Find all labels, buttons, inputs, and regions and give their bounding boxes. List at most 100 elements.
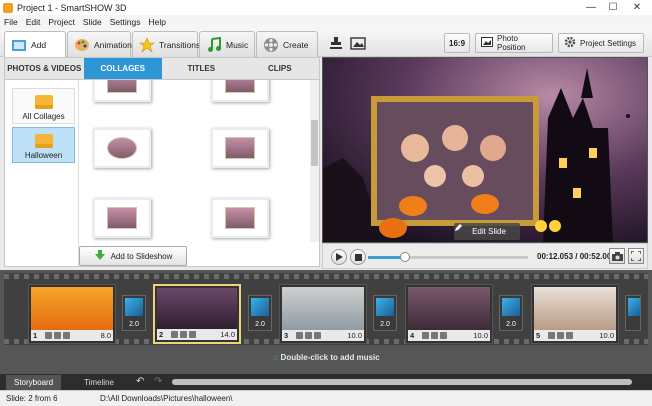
subtab-clips[interactable]: CLIPS	[241, 58, 320, 79]
tab-animation-label: Animation	[94, 39, 132, 50]
timeline-scrollbar[interactable]	[172, 379, 632, 385]
slide-info-bar: 1 8.0	[31, 330, 113, 341]
transition-thumbnail[interactable]: 2.0	[499, 295, 523, 331]
category-halloween[interactable]: Halloween	[12, 127, 75, 163]
subtab-titles[interactable]: TITLES	[162, 58, 241, 79]
menu-help[interactable]: Help	[144, 17, 169, 27]
playback-controls: 00:12.053 / 00:52.000	[322, 243, 648, 269]
menu-settings[interactable]: Settings	[106, 17, 145, 27]
tab-add[interactable]: Add	[4, 31, 66, 57]
film-strip: 1 8.0 2.0 2 14.0 2.0 3 10.0 2.0 4 10.0 2.0 5…	[4, 273, 648, 345]
tab-animation[interactable]: Animation	[67, 31, 132, 57]
stop-button[interactable]	[350, 249, 366, 265]
snapshot-button[interactable]	[609, 248, 625, 264]
transition-thumbnail[interactable]	[625, 295, 641, 331]
transition-thumbnail[interactable]: 2.0	[122, 295, 146, 331]
subtab-collages[interactable]: COLLAGES	[83, 58, 162, 79]
collage-thumbnail[interactable]	[93, 80, 151, 102]
slide-thumbnail[interactable]: 3 10.0	[279, 284, 367, 344]
playback-knob[interactable]	[399, 252, 410, 262]
collage-thumbnail[interactable]	[93, 128, 151, 168]
slide-thumbnail[interactable]: 5 10.0	[531, 284, 619, 344]
slide-duration: 14.0	[220, 330, 235, 339]
subtab-photos-videos[interactable]: PHOTOS & VIDEOS	[5, 58, 84, 79]
palette-icon	[74, 37, 90, 53]
edit-slide-button[interactable]: Edit Slide	[454, 223, 520, 240]
playback-slider[interactable]	[368, 252, 528, 262]
tab-timeline[interactable]: Timeline	[76, 375, 122, 390]
category-label: Halloween	[24, 151, 63, 160]
slide-thumbnail[interactable]: 2 14.0	[153, 284, 241, 344]
slide-image	[408, 287, 490, 331]
collage-thumbnail[interactable]	[211, 80, 269, 102]
category-label: All Collages	[22, 112, 65, 121]
category-all-collages[interactable]: All Collages	[12, 88, 75, 124]
menu-project[interactable]: Project	[44, 17, 78, 27]
stamp-icon[interactable]	[328, 35, 344, 51]
music-track-hint[interactable]: ♫ Double-click to add music	[0, 353, 652, 362]
folder-icon	[34, 134, 53, 148]
transition-duration: 2.0	[506, 321, 516, 328]
title-bar: Project 1 - SmartSHOW 3D — ☐ ✕	[0, 0, 652, 15]
window-title: Project 1 - SmartSHOW 3D	[17, 2, 127, 13]
status-bar: Slide: 2 from 6 D:\All Downloads\Picture…	[0, 390, 652, 406]
collage-thumbnail[interactable]	[93, 198, 151, 238]
aspect-ratio-button[interactable]: 16:9	[444, 33, 470, 53]
folder-icon	[34, 95, 53, 109]
grid-scrollbar[interactable]	[310, 80, 319, 242]
tab-music[interactable]: Music	[199, 31, 255, 57]
timecode: 00:12.053 / 00:52.000	[537, 252, 616, 261]
transition-thumbnail[interactable]: 2.0	[373, 295, 397, 331]
edit-slide-label: Edit Slide	[472, 227, 506, 236]
menu-edit[interactable]: Edit	[22, 17, 45, 27]
transition-thumbnail[interactable]: 2.0	[248, 295, 272, 331]
add-to-slideshow-label: Add to Slideshow	[110, 251, 173, 261]
app-icon	[3, 2, 13, 13]
tab-create[interactable]: Create	[256, 31, 318, 57]
storyboard: 1 8.0 2.0 2 14.0 2.0 3 10.0 2.0 4 10.0 2.0 5…	[0, 270, 652, 374]
play-button[interactable]	[331, 249, 347, 265]
slide-thumbnail[interactable]: 1 8.0	[28, 284, 116, 344]
camera-icon	[611, 251, 623, 261]
image-mountain-icon[interactable]	[350, 35, 366, 51]
minimize-button[interactable]: —	[580, 0, 602, 15]
photo-position-button[interactable]: Photo Position	[475, 33, 553, 53]
slide-info-bar: 5 10.0	[534, 330, 616, 341]
preview-image	[323, 58, 647, 242]
menu-file[interactable]: File	[0, 17, 22, 27]
collage-thumbnail[interactable]	[211, 128, 269, 168]
collage-thumbnail[interactable]	[211, 198, 269, 238]
slide-duration: 10.0	[599, 331, 614, 340]
menu-slide[interactable]: Slide	[79, 17, 106, 27]
slide-count-status: Slide: 2 from 6	[6, 394, 58, 403]
add-to-slideshow-button[interactable]: Add to Slideshow	[79, 246, 187, 266]
star-icon	[139, 36, 155, 53]
add-media-icon	[11, 37, 27, 53]
view-tabs: Storyboard Timeline ↶ ↷	[0, 374, 652, 390]
close-button[interactable]: ✕	[626, 0, 648, 15]
slide-info-bar: 3 10.0	[282, 330, 364, 341]
slide-image	[31, 287, 113, 331]
undo-icon[interactable]: ↶	[136, 376, 144, 387]
folder-path-status: D:\All Downloads\Pictures\halloween\	[100, 394, 233, 403]
photo-position-icon	[481, 37, 493, 49]
tab-transitions[interactable]: Transitions	[132, 31, 200, 57]
main-toolbar: Add Animation Transitions Music Create 1…	[0, 29, 652, 57]
slide-thumbnail[interactable]: 4 10.0	[405, 284, 493, 344]
stop-icon	[354, 253, 362, 261]
library-panel: PHOTOS & VIDEOS COLLAGES TITLES CLIPS Al…	[4, 57, 320, 267]
redo-icon[interactable]: ↷	[154, 376, 162, 387]
film-reel-icon	[263, 37, 279, 53]
project-settings-button[interactable]: Project Settings	[558, 33, 644, 53]
slide-image	[157, 288, 237, 332]
arrow-down-icon	[94, 249, 106, 263]
music-hint-label: Double-click to add music	[280, 353, 380, 362]
tab-storyboard[interactable]: Storyboard	[6, 375, 62, 390]
maximize-button[interactable]: ☐	[602, 0, 624, 15]
slide-info-bar: 2 14.0	[157, 329, 237, 340]
fullscreen-button[interactable]	[628, 248, 644, 264]
slide-duration: 8.0	[100, 331, 111, 340]
tab-create-label: Create	[283, 39, 309, 50]
transition-duration: 2.0	[129, 321, 139, 328]
slide-preview[interactable]: Edit Slide	[322, 57, 648, 243]
